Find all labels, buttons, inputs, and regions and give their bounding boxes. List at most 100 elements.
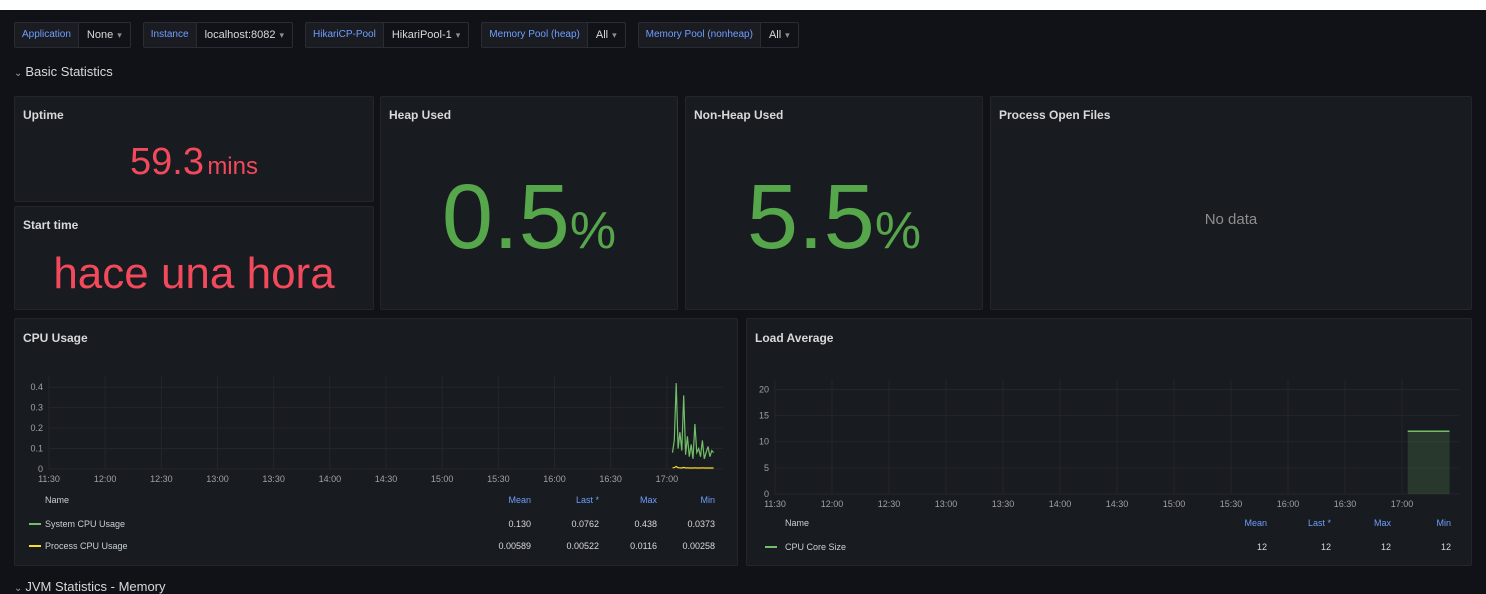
no-data-message: No data xyxy=(1204,211,1258,228)
variable-select-memory-pool-heap[interactable]: All ▾ xyxy=(587,22,626,48)
nonheap-used-number: 5.5 xyxy=(746,166,875,268)
panel-process-open-files: Process Open Files No data xyxy=(990,96,1472,310)
chevron-down-icon: ▾ xyxy=(785,30,790,40)
heap-used-number: 0.5 xyxy=(441,166,570,268)
y-tick-label: 0 xyxy=(38,464,43,474)
y-tick-label: 0 xyxy=(764,489,769,499)
x-tick-label: 11:30 xyxy=(764,499,786,509)
legend-header-mean[interactable]: Mean xyxy=(1207,516,1267,530)
variable-select-hikaricp-pool[interactable]: HikariPool-1 ▾ xyxy=(383,22,470,48)
legend-min: 0.0373 xyxy=(687,519,715,529)
y-tick-label: 0.1 xyxy=(30,444,43,454)
legend-min: 0.00258 xyxy=(682,541,715,551)
variable-value: All xyxy=(768,29,782,41)
x-tick-label: 11:30 xyxy=(38,474,60,484)
panel-title: Start time xyxy=(23,218,79,232)
panel-uptime: Uptime 59.3 mins xyxy=(14,96,374,202)
chevron-down-icon: ▾ xyxy=(279,30,285,40)
panel-load-average: Load Average 0 5 10 15 20 11:30 12:00 12:30 13:0… xyxy=(746,318,1472,566)
x-tick-label: 16:00 xyxy=(1277,499,1300,509)
legend-max: 0.438 xyxy=(634,519,657,529)
legend-last: 0.00522 xyxy=(566,541,599,551)
legend-mean: 0.130 xyxy=(508,519,531,529)
legend-swatch xyxy=(29,523,41,525)
x-tick-label: 16:00 xyxy=(543,474,566,484)
legend-header-last[interactable]: Last * xyxy=(539,493,599,507)
legend-swatch xyxy=(29,545,41,547)
y-tick-label: 0.3 xyxy=(30,403,43,413)
panel-title: Heap Used xyxy=(389,108,452,122)
legend-last: 12 xyxy=(1320,542,1331,552)
legend-header-max[interactable]: Max xyxy=(1331,516,1391,530)
legend-max: 0.0116 xyxy=(630,541,657,551)
nonheap-used-value: 5.5% xyxy=(686,165,982,270)
x-tick-label: 12:00 xyxy=(821,499,844,509)
row-header-basic-statistics[interactable]: ⌄ Basic Statistics xyxy=(14,64,113,79)
panel-start-time: Start time hace una hora xyxy=(14,206,374,310)
legend-header-min[interactable]: Min xyxy=(655,493,715,507)
variable-value: HikariPool-1 xyxy=(391,29,452,41)
variable-select-application[interactable]: None ▾ xyxy=(78,22,131,48)
chevron-down-icon: ⌄ xyxy=(14,583,23,594)
series-area xyxy=(1407,431,1450,494)
variable-label-hikaricp-pool: HikariCP-Pool xyxy=(305,22,384,48)
x-tick-label: 15:00 xyxy=(431,474,454,484)
series-line xyxy=(672,465,714,469)
uptime-number: 59.3 xyxy=(130,141,204,183)
legend-header-last[interactable]: Last * xyxy=(1271,516,1331,530)
panel-heap-used: Heap Used 0.5% xyxy=(380,96,678,310)
x-tick-label: 12:30 xyxy=(878,499,901,509)
chevron-down-icon: ▾ xyxy=(612,30,617,40)
variable-label-application: Application xyxy=(14,22,79,48)
legend-series-name[interactable]: Process CPU Usage xyxy=(45,539,128,553)
variables-bar: Application None ▾ Instance localhost:808… xyxy=(14,22,811,48)
legend-max: 12 xyxy=(1380,542,1391,552)
window-top-edge xyxy=(0,0,1486,10)
x-tick-label: 14:30 xyxy=(1106,499,1129,509)
variable-label-memory-pool-heap: Memory Pool (heap) xyxy=(481,22,588,48)
legend-min: 12 xyxy=(1440,542,1451,552)
legend-header-min[interactable]: Min xyxy=(1391,516,1451,530)
x-tick-label: 12:30 xyxy=(150,474,173,484)
x-tick-label: 16:30 xyxy=(599,474,622,484)
y-tick-label: 0.4 xyxy=(30,382,43,392)
load-average-chart[interactable]: 0 5 10 15 20 11:30 12:00 12:30 13:00 13:30 14:00 14… xyxy=(747,319,1473,519)
x-tick-label: 15:00 xyxy=(1163,499,1186,509)
legend-header-row: Name Mean Last * Max Min xyxy=(747,516,1471,530)
y-tick-label: 0.2 xyxy=(30,423,43,433)
legend-mean: 0.00589 xyxy=(498,541,531,551)
legend-header-name[interactable]: Name xyxy=(785,516,809,530)
legend-series-name[interactable]: System CPU Usage xyxy=(45,517,125,531)
legend-last: 0.0762 xyxy=(571,519,599,529)
legend-row-system-cpu[interactable]: System CPU Usage 0.130 0.0762 0.438 0.03… xyxy=(15,517,737,531)
variable-label-instance: Instance xyxy=(142,22,197,48)
y-tick-label: 20 xyxy=(759,384,769,394)
legend-row-process-cpu[interactable]: Process CPU Usage 0.00589 0.00522 0.0116… xyxy=(15,539,737,553)
x-tick-label: 12:00 xyxy=(94,474,117,484)
legend-header-mean[interactable]: Mean xyxy=(471,493,531,507)
x-tick-label: 17:00 xyxy=(1391,499,1414,509)
panel-cpu-usage: CPU Usage 0 0.1 0.2 0.3 0.4 11:30 12:00 12:30 13… xyxy=(14,318,738,566)
legend-header-name[interactable]: Name xyxy=(45,493,69,507)
variable-select-memory-pool-nonheap[interactable]: All ▾ xyxy=(760,22,799,48)
y-tick-label: 15 xyxy=(759,411,769,421)
uptime-unit: mins xyxy=(207,153,258,180)
variable-select-instance[interactable]: localhost:8082 ▾ xyxy=(196,22,294,48)
cpu-usage-chart[interactable]: 0 0.1 0.2 0.3 0.4 11:30 12:00 12:30 13:00 13:30 14… xyxy=(15,319,739,499)
row-header-jvm-memory[interactable]: ⌄ JVM Statistics - Memory xyxy=(14,579,166,594)
legend-series-name[interactable]: CPU Core Size xyxy=(785,540,846,554)
panel-title: Uptime xyxy=(23,108,64,122)
x-tick-label: 14:00 xyxy=(319,474,342,484)
legend-mean: 12 xyxy=(1256,542,1267,552)
panel-nonheap-used: Non-Heap Used 5.5% xyxy=(685,96,983,310)
legend-row-cpu-core-size[interactable]: CPU Core Size 12 12 12 12 xyxy=(747,540,1471,554)
legend-header-max[interactable]: Max xyxy=(597,493,657,507)
row-title: Basic Statistics xyxy=(25,64,113,79)
variable-label-memory-pool-nonheap: Memory Pool (nonheap) xyxy=(637,22,761,48)
heap-used-value: 0.5% xyxy=(381,165,677,270)
x-tick-label: 13:00 xyxy=(206,474,229,484)
legend-header-row: Name Mean Last * Max Min xyxy=(15,493,737,507)
chevron-down-icon: ⌄ xyxy=(14,68,23,79)
chevron-down-icon: ▾ xyxy=(455,30,461,40)
x-tick-label: 13:30 xyxy=(262,474,285,484)
